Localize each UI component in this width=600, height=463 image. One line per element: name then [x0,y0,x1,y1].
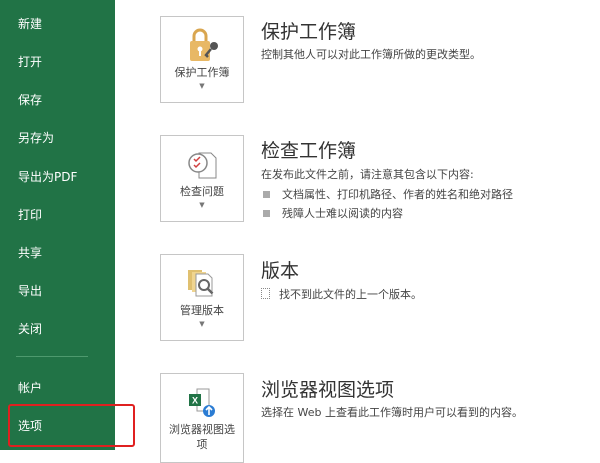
versions-title: 版本 [261,260,300,282]
browser-view-title: 浏览器视图选项 [261,379,395,401]
versions-magnifier-icon [161,263,243,303]
nav-export[interactable]: 导出 [18,282,42,299]
inspect-desc: 在发布此文件之前，请注意其包含以下内容: [261,168,474,181]
protect-desc: 控制其他人可以对此工作簿所做的更改类型。 [261,48,481,61]
chevron-down-icon: ▼ [199,320,205,328]
nav-save-as[interactable]: 另存为 [18,129,54,146]
check-issues-label: 检查问题 [180,185,224,198]
nav-close[interactable]: 关闭 [18,320,42,337]
excel-upload-icon: X [161,382,243,422]
options-highlight-box [8,404,135,447]
manage-versions-button[interactable]: 管理版本 ▼ [160,254,244,341]
versions-desc: 找不到此文件的上一个版本。 [261,286,422,302]
manage-versions-label: 管理版本 [180,304,224,317]
chevron-down-icon: ▼ [199,82,205,90]
svg-text:X: X [192,396,198,406]
nav-export-pdf[interactable]: 导出为PDF [18,168,77,185]
protect-title: 保护工作簿 [261,21,357,43]
inspect-document-icon [161,144,243,184]
protect-workbook-label: 保护工作簿 [174,66,230,79]
backstage-sidebar: 新建 打开 保存 另存为 导出为PDF 打印 共享 导出 关闭 帐户 选项 [0,0,115,450]
nav-new[interactable]: 新建 [18,15,42,32]
protect-workbook-button[interactable]: 保护工作簿 ▼ [160,16,244,103]
browser-view-desc: 选择在 Web 上查看此工作簿时用户可以看到的内容。 [261,406,523,419]
chevron-down-icon: ▼ [199,201,205,209]
nav-save[interactable]: 保存 [18,91,42,108]
nav-open[interactable]: 打开 [18,53,42,70]
inspect-bullet: 残障人士难以阅读的内容 [263,205,403,221]
inspect-bullet: 文档属性、打印机路径、作者的姓名和绝对路径 [263,186,513,202]
nav-account[interactable]: 帐户 [18,379,42,396]
nav-share[interactable]: 共享 [18,244,42,261]
sidebar-divider [16,356,88,357]
lock-key-icon [161,25,243,65]
inspect-title: 检查工作簿 [261,140,357,162]
browser-view-options-label: 浏览器视图选项 [169,423,235,451]
check-issues-button[interactable]: 检查问题 ▼ [160,135,244,222]
nav-print[interactable]: 打印 [18,206,42,223]
document-icon [261,288,270,299]
